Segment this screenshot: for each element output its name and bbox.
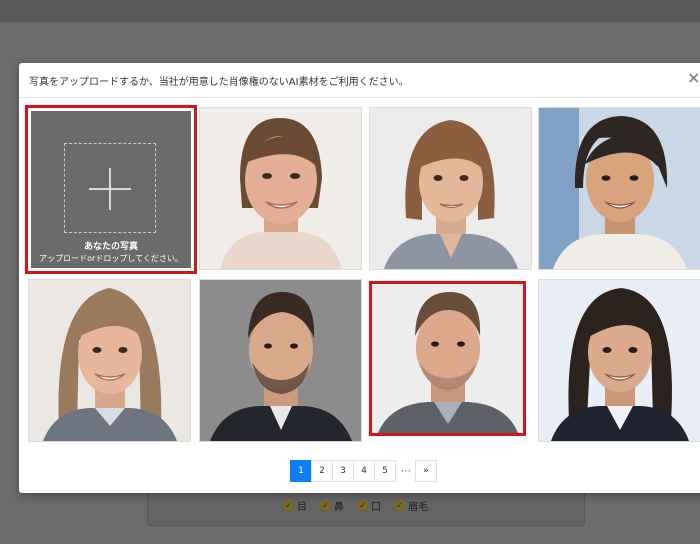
close-button[interactable]: × [687,68,700,87]
modal-header: 写真をアップロードするか、当社が用意した肖像権のないAI素材をご利用ください。 … [19,63,700,98]
page-2-button[interactable]: 2 [311,460,333,482]
page-5-button[interactable]: 5 [374,460,396,482]
photo-card-woman-3[interactable] [538,107,700,270]
check-mouth[interactable]: ✓ 口 [358,498,381,513]
upload-dropzone[interactable]: あなたの写真 アップロードorドロップしてください。 [31,111,191,268]
page-4-button[interactable]: 4 [353,460,375,482]
photo-card-woman-2[interactable] [369,107,532,270]
page-3-button[interactable]: 3 [332,460,354,482]
photo-card-man-1[interactable] [199,279,362,442]
portrait-man-2 [372,284,523,433]
upload-target [64,143,156,233]
background-topbar [0,0,700,22]
upload-label: あなたの写真 [83,242,138,252]
checkbox-icon: ✓ [395,501,404,510]
page-1-button[interactable]: 1 [290,460,312,482]
pagination-ellipsis: ⋯ [401,465,411,477]
check-eyebrows[interactable]: ✓ 眉毛 [395,498,428,513]
upload-sublabel: アップロードorドロップしてください。 [39,254,183,263]
portrait-woman-1 [200,108,361,269]
checkbox-icon: ✓ [284,501,293,510]
check-label: 眉毛 [408,502,428,513]
pagination: 1 2 3 4 5 ⋯ » [290,460,437,482]
portrait-woman-4 [539,280,700,441]
check-nose[interactable]: ✓ 鼻 [321,498,344,513]
portrait-woman-2 [370,108,531,269]
plus-icon-vertical [109,168,111,210]
upload-photo-tile[interactable]: あなたの写真 アップロードorドロップしてください。 [25,105,197,274]
background-feature-checks: ✓ 目 ✓ 鼻 ✓ 口 ✓ 眉毛 [284,498,428,513]
checkbox-icon: ✓ [321,501,330,510]
portrait-girl-1 [29,280,190,441]
photo-card-girl-1[interactable] [28,279,191,442]
photo-select-modal: 写真をアップロードするか、当社が用意した肖像権のないAI素材をご利用ください。 … [19,63,700,493]
check-label: 鼻 [334,502,344,513]
next-page-button[interactable]: » [415,460,437,482]
check-eyes[interactable]: ✓ 目 [284,498,307,513]
photo-card-woman-4[interactable] [538,279,700,442]
checkbox-icon: ✓ [358,501,367,510]
portrait-man-1 [200,280,361,441]
photo-card-man-2[interactable] [369,281,526,436]
photo-card-woman-1[interactable] [199,107,362,270]
portrait-woman-3 [539,108,700,269]
check-label: 目 [297,502,307,513]
check-label: 口 [371,502,381,513]
modal-title: 写真をアップロードするか、当社が用意した肖像権のないAI素材をご利用ください。 [29,77,409,88]
